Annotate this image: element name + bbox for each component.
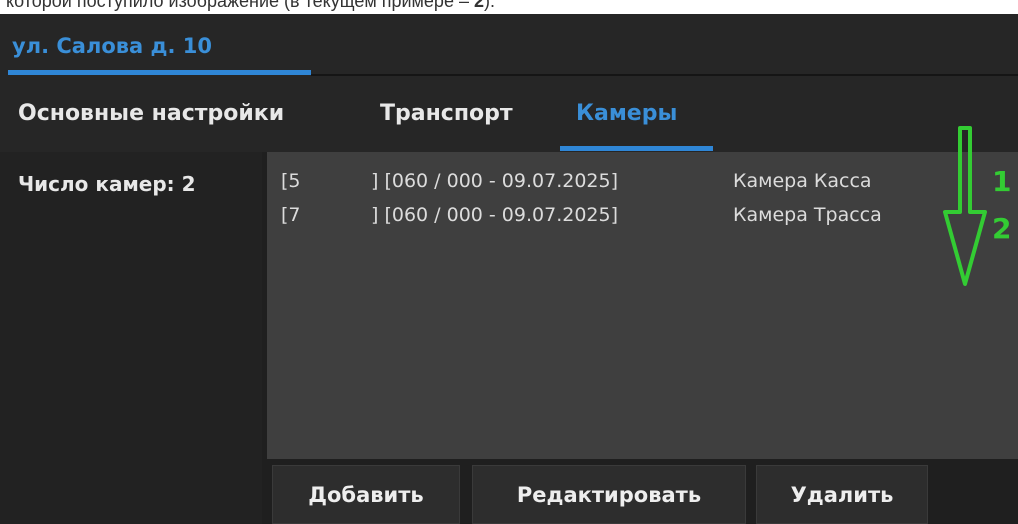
caption-text: которой поступило изображение (в текущем… xyxy=(6,0,474,11)
document-caption: которой поступило изображение (в текущем… xyxy=(0,0,1018,14)
action-buttons: Добавить Редактировать Удалить xyxy=(262,459,1018,524)
down-arrow-icon xyxy=(943,126,987,286)
tab-cameras[interactable]: Камеры xyxy=(576,101,677,126)
tab-basic-settings[interactable]: Основные настройки xyxy=(18,101,284,126)
camera-id: [7 xyxy=(281,204,301,226)
caption-suffix: ). xyxy=(483,0,495,11)
camera-name: Камера Касса xyxy=(733,170,872,192)
camera-count-label: Число камер: 2 xyxy=(18,172,196,196)
settings-tabs: Основные настройки Транспорт Камеры xyxy=(0,76,1018,152)
edit-button[interactable]: Редактировать xyxy=(472,465,746,524)
camera-list[interactable]: [5 ] [060 / 000 - 09.07.2025] Камера Кас… xyxy=(267,152,1018,459)
camera-name: Камера Трасса xyxy=(733,204,882,226)
annotation-number-2: 2 xyxy=(992,212,1012,245)
left-panel: Число камер: 2 xyxy=(0,152,262,524)
tab-transport[interactable]: Транспорт xyxy=(380,101,513,126)
camera-info: ] [060 / 000 - 09.07.2025] xyxy=(371,204,619,226)
annotation-number-1: 1 xyxy=(992,165,1012,198)
camera-info: ] [060 / 000 - 09.07.2025] xyxy=(371,170,619,192)
location-tab-indicator xyxy=(8,70,311,75)
location-tab[interactable]: ул. Салова д. 10 xyxy=(12,34,212,58)
delete-button[interactable]: Удалить xyxy=(756,465,928,524)
camera-id: [5 xyxy=(281,170,301,192)
active-tab-indicator xyxy=(560,146,713,151)
location-header: ул. Салова д. 10 xyxy=(0,14,1018,76)
caption-bold: 2 xyxy=(473,0,484,11)
add-button[interactable]: Добавить xyxy=(272,465,460,524)
